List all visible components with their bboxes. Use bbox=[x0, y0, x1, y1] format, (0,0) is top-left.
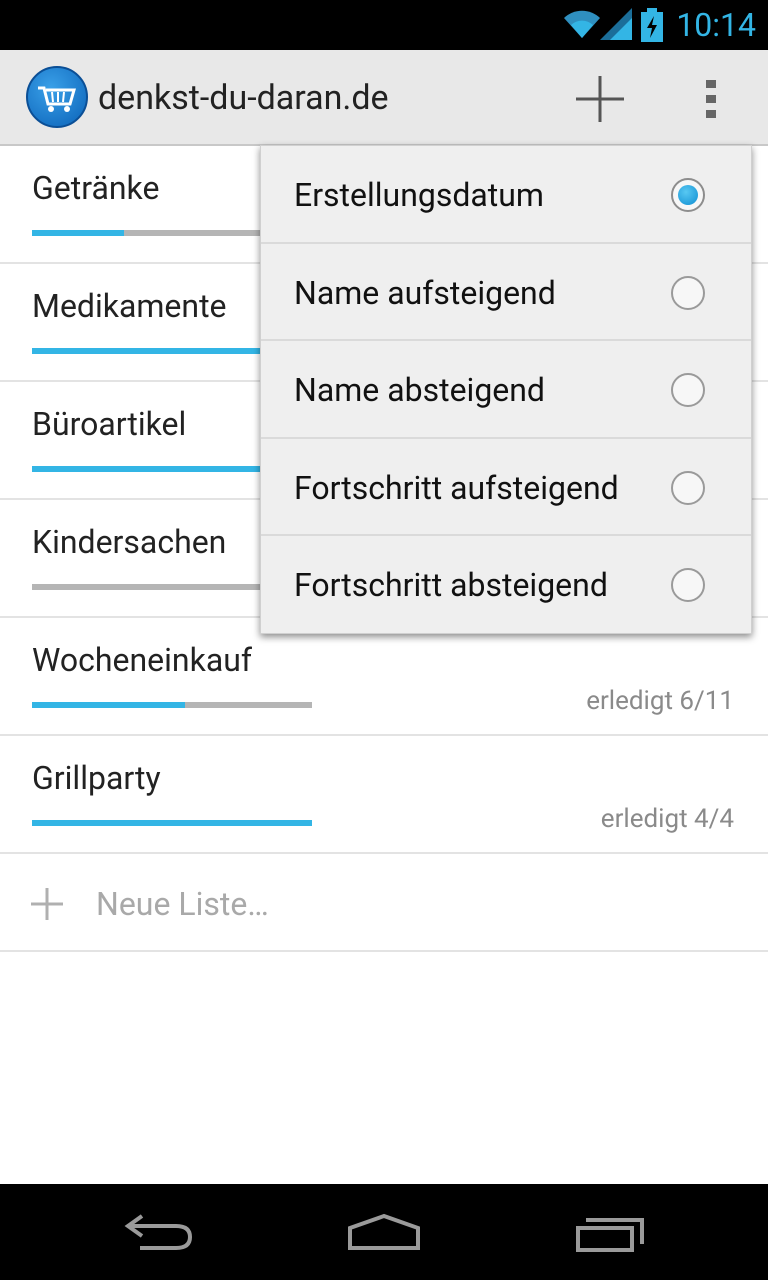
sort-option-progress-asc[interactable]: Fortschritt aufsteigend bbox=[261, 439, 751, 537]
home-icon[interactable] bbox=[344, 1212, 424, 1252]
new-list-row[interactable]: Neue Liste… bbox=[0, 854, 768, 952]
radio-button[interactable] bbox=[671, 275, 705, 310]
list-item-name: Grillparty bbox=[32, 759, 161, 797]
new-list-label: Neue Liste… bbox=[96, 885, 269, 923]
list-item[interactable]: Wocheneinkauf erledigt 6/11 bbox=[0, 618, 768, 736]
progress-bar bbox=[32, 702, 312, 708]
radio-button[interactable] bbox=[671, 568, 705, 603]
shopping-cart-icon bbox=[38, 86, 76, 112]
wifi-icon bbox=[564, 10, 600, 38]
list-item-name: Medikamente bbox=[32, 287, 227, 325]
list-item-status: erledigt 4/4 bbox=[600, 804, 734, 834]
sort-option-label: Fortschritt absteigend bbox=[294, 566, 608, 605]
recent-apps-icon[interactable] bbox=[574, 1214, 646, 1254]
progress-fill bbox=[32, 820, 312, 826]
add-list-button[interactable] bbox=[564, 64, 636, 136]
progress-fill bbox=[32, 230, 125, 236]
list-item[interactable]: Grillparty erledigt 4/4 bbox=[0, 736, 768, 854]
radio-button[interactable] bbox=[671, 373, 705, 408]
list-item-name: Büroartikel bbox=[32, 405, 187, 443]
sort-option-name-desc[interactable]: Name absteigend bbox=[261, 341, 751, 439]
battery-charging-icon bbox=[641, 8, 663, 42]
status-bar: 10:14 bbox=[0, 0, 768, 50]
back-icon[interactable] bbox=[124, 1212, 196, 1252]
radio-button[interactable] bbox=[671, 178, 705, 212]
sort-option-name-asc[interactable]: Name aufsteigend bbox=[261, 244, 751, 342]
list-item-name: Getränke bbox=[32, 169, 160, 207]
progress-bar bbox=[32, 820, 312, 826]
status-time: 10:14 bbox=[676, 6, 756, 44]
app-title: denkst-du-daran.de bbox=[98, 78, 389, 118]
app-logo[interactable] bbox=[26, 66, 88, 128]
sort-menu: Erstellungsdatum Name aufsteigend Name a… bbox=[260, 145, 752, 634]
progress-fill bbox=[32, 702, 185, 708]
plus-icon bbox=[31, 888, 63, 920]
sort-option-label: Name absteigend bbox=[294, 371, 545, 410]
list-item-status: erledigt 6/11 bbox=[586, 686, 734, 716]
sort-option-created-date[interactable]: Erstellungsdatum bbox=[261, 146, 751, 244]
list-item-name: Wocheneinkauf bbox=[32, 641, 252, 679]
signal-icon bbox=[600, 8, 632, 40]
sort-option-label: Fortschritt aufsteigend bbox=[294, 468, 619, 507]
navigation-bar bbox=[0, 1184, 768, 1280]
action-bar: denkst-du-daran.de bbox=[0, 50, 768, 146]
overflow-menu-icon bbox=[706, 80, 716, 118]
list-item-name: Kindersachen bbox=[32, 523, 227, 561]
overflow-menu-button[interactable] bbox=[690, 64, 734, 136]
sort-option-label: Name aufsteigend bbox=[294, 273, 556, 312]
sort-option-progress-desc[interactable]: Fortschritt absteigend bbox=[261, 536, 751, 634]
plus-icon bbox=[576, 76, 624, 122]
radio-button[interactable] bbox=[671, 470, 705, 505]
sort-option-label: Erstellungsdatum bbox=[294, 176, 544, 214]
